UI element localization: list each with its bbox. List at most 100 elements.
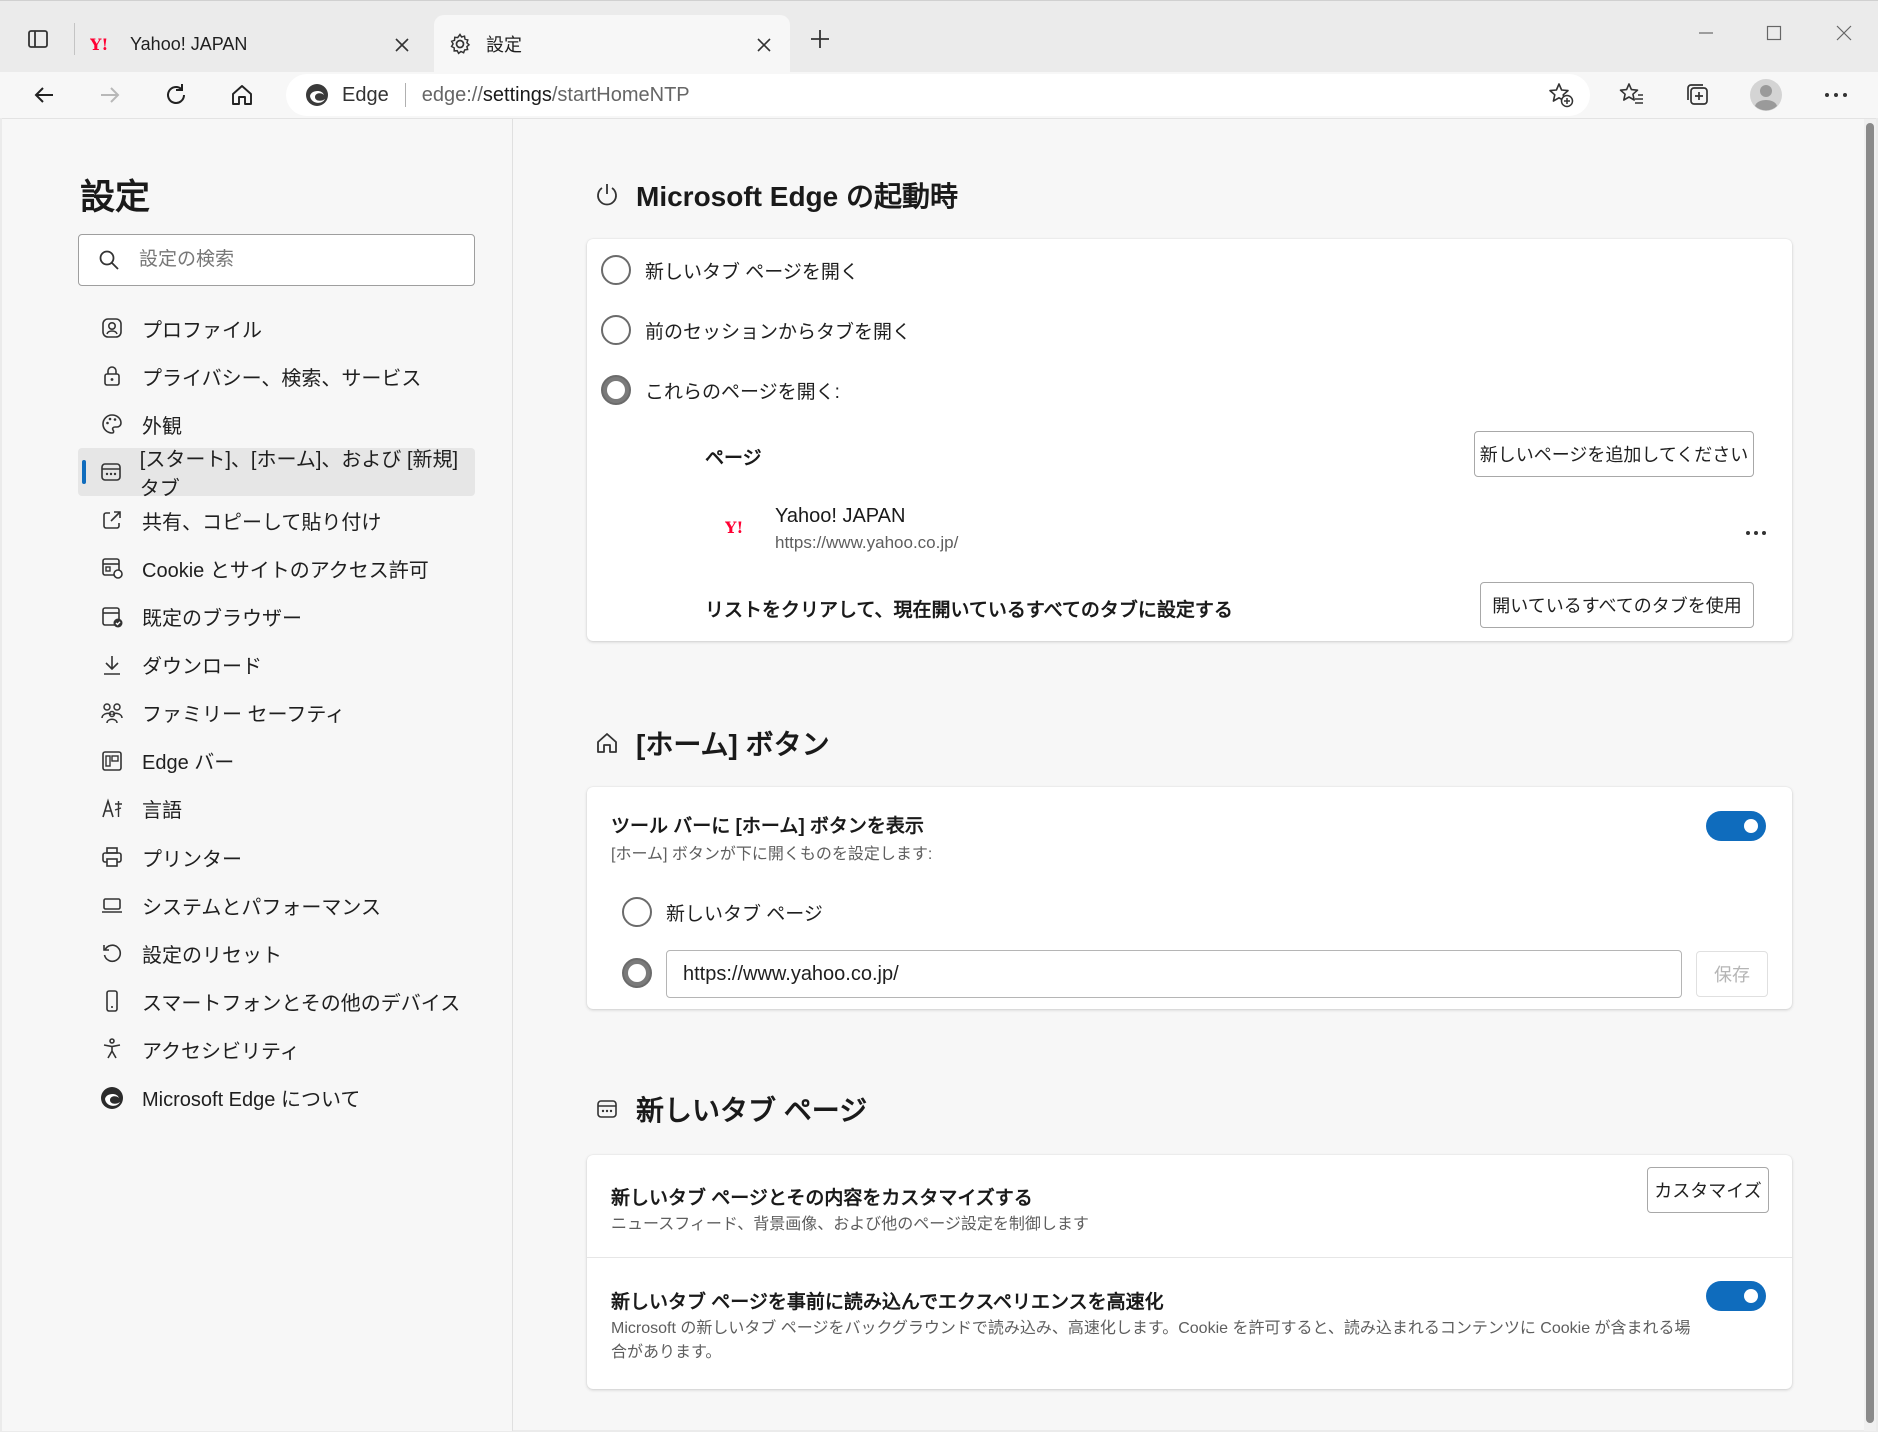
sidebar-item-family-safety[interactable]: ファミリー セーフティ <box>78 689 475 737</box>
add-new-page-button[interactable]: 新しいページを追加してください <box>1474 431 1754 477</box>
home-card: ツール バーに [ホーム] ボタンを表示 [ホーム] ボタンが下に開くものを設定… <box>587 787 1792 1009</box>
sidebar-item-languages[interactable]: 言語 <box>78 785 475 833</box>
settings-search-box[interactable] <box>78 234 475 286</box>
startup-section-heading: Microsoft Edge の起動時 <box>592 175 958 215</box>
radio-previous-session[interactable] <box>601 315 631 345</box>
minimize-button[interactable] <box>1684 15 1728 51</box>
preload-toggle[interactable] <box>1706 1281 1766 1311</box>
sidebar-item-share-copy-paste[interactable]: 共有、コピーして貼り付け <box>78 496 475 544</box>
close-tab-button[interactable] <box>388 31 416 59</box>
edge-logo-icon <box>98 1084 126 1112</box>
yahoo-page-favicon: Y! <box>724 517 751 542</box>
page-content: 設定 プロファイル プライバシー、検索、サービス 外観 [スタート]、[ホ <box>2 118 1876 1431</box>
close-icon <box>395 38 409 52</box>
settings-more-button[interactable] <box>1814 72 1858 118</box>
default-browser-icon <box>98 603 126 631</box>
favorites-button[interactable] <box>1610 72 1654 118</box>
radio-newtab[interactable] <box>601 255 631 285</box>
back-button[interactable] <box>22 72 66 118</box>
settings-sidebar: 設定 プロファイル プライバシー、検索、サービス 外観 [スタート]、[ホ <box>2 119 513 1431</box>
lock-icon <box>98 362 126 390</box>
startup-option-pages[interactable]: これらのページを開く: <box>601 375 840 405</box>
scrollbar[interactable] <box>1864 119 1876 1431</box>
tab-separator <box>74 23 75 55</box>
startup-option-previous[interactable]: 前のセッションからタブを開く <box>601 315 911 345</box>
refresh-button[interactable] <box>154 72 198 118</box>
tab-actions-icon <box>28 30 48 48</box>
customize-title: 新しいタブ ページとその内容をカスタマイズする <box>611 1188 1033 1209</box>
home-button[interactable] <box>220 72 264 118</box>
sidebar-item-privacy[interactable]: プライバシー、検索、サービス <box>78 352 475 400</box>
sidebar-item-about-edge[interactable]: Microsoft Edge について <box>78 1074 475 1122</box>
sidebar-title: 設定 <box>80 178 151 217</box>
phone-icon <box>98 987 126 1015</box>
startup-heading-text: Microsoft Edge の起動時 <box>636 181 959 212</box>
sidebar-item-phone-devices[interactable]: スマートフォンとその他のデバイス <box>78 977 475 1025</box>
use-all-open-tabs-button[interactable]: 開いているすべてのタブを使用 <box>1480 582 1754 628</box>
home-option-url[interactable] <box>622 958 652 988</box>
sidebar-item-label: 外観 <box>142 415 182 438</box>
sidebar-item-label: 設定のリセット <box>142 944 282 967</box>
toolbar: Edge edge://settings/startHomeNTP <box>0 72 1878 118</box>
sidebar-item-profile[interactable]: プロファイル <box>78 304 475 352</box>
sidebar-item-reset-settings[interactable]: 設定のリセット <box>78 929 475 977</box>
power-icon <box>592 180 622 210</box>
radio-home-url[interactable] <box>622 958 652 988</box>
sidebar-item-edge-bar[interactable]: Edge バー <box>78 737 475 785</box>
tab-yahoo[interactable]: Y! Yahoo! JAPAN <box>78 15 428 73</box>
profile-button[interactable] <box>1744 72 1788 118</box>
close-icon <box>1836 25 1852 41</box>
gear-icon <box>450 33 471 55</box>
preload-title: 新しいタブ ページを事前に読み込んでエクスペリエンスを高速化 <box>611 1292 1164 1313</box>
home-newtab-icon <box>98 458 124 486</box>
option-label: これらのページを開く: <box>645 381 840 403</box>
forward-button[interactable] <box>88 72 132 118</box>
sidebar-item-accessibility[interactable]: アクセシビリティ <box>78 1025 475 1073</box>
close-window-button[interactable] <box>1822 15 1866 51</box>
add-favorite-button[interactable] <box>1546 80 1576 110</box>
startup-card: 新しいタブ ページを開く 前のセッションからタブを開く これらのページを開く: … <box>587 239 1792 641</box>
minimize-icon <box>1699 32 1713 34</box>
avatar-icon <box>1750 79 1782 111</box>
save-button[interactable]: 保存 <box>1696 951 1768 997</box>
reset-icon <box>98 939 126 967</box>
sidebar-item-label: ダウンロード <box>142 656 262 679</box>
home-toggle-desc: [ホーム] ボタンが下に開くものを設定します: <box>611 846 933 863</box>
tab-title: Yahoo! JAPAN <box>130 33 248 54</box>
sidebar-item-system-performance[interactable]: システムとパフォーマンス <box>78 881 475 929</box>
close-tab-button[interactable] <box>750 31 778 59</box>
radio-specific-pages[interactable] <box>601 375 631 405</box>
home-option-newtab[interactable]: 新しいタブ ページ <box>622 897 823 927</box>
sidebar-item-cookies-permissions[interactable]: Cookie とサイトのアクセス許可 <box>78 544 475 592</box>
sidebar-item-label: 言語 <box>142 800 182 823</box>
scrollbar-thumb[interactable] <box>1866 123 1874 1423</box>
address-separator <box>404 83 406 107</box>
home-url-input[interactable]: https://www.yahoo.co.jp/ <box>666 950 1682 998</box>
collections-button[interactable] <box>1676 72 1720 118</box>
address-bar[interactable]: Edge edge://settings/startHomeNTP <box>286 74 1590 116</box>
new-tab-button[interactable] <box>800 19 840 59</box>
sidebar-item-label: システムとパフォーマンス <box>142 896 381 919</box>
sidebar-item-appearance[interactable]: 外観 <box>78 400 475 448</box>
newtab-card: 新しいタブ ページとその内容をカスタマイズする ニュースフィード、背景画像、およ… <box>587 1155 1792 1389</box>
sidebar-item-printers[interactable]: プリンター <box>78 833 475 881</box>
address-path: settings <box>482 83 552 106</box>
accessibility-icon <box>98 1035 126 1063</box>
tab-actions-button[interactable] <box>14 19 62 59</box>
collections-icon <box>1687 84 1708 105</box>
home-button-toggle[interactable] <box>1706 811 1766 841</box>
page-more-button[interactable] <box>1741 523 1771 543</box>
tab-settings[interactable]: 設定 <box>434 15 790 73</box>
sidebar-item-downloads[interactable]: ダウンロード <box>78 641 475 689</box>
settings-main: Microsoft Edge の起動時 新しいタブ ページを開く 前のセッション… <box>514 119 1876 1431</box>
sidebar-item-default-browser[interactable]: 既定のブラウザー <box>78 593 475 641</box>
home-section-heading: [ホーム] ボタン <box>592 723 830 763</box>
startup-option-newtab[interactable]: 新しいタブ ページを開く <box>601 255 859 285</box>
yahoo-favicon: Y! <box>90 35 108 53</box>
settings-search-input[interactable] <box>139 249 459 271</box>
customize-button[interactable]: カスタマイズ <box>1647 1167 1769 1213</box>
option-label: 前のセッションからタブを開く <box>645 321 912 343</box>
radio-home-newtab[interactable] <box>622 897 652 927</box>
maximize-button[interactable] <box>1752 15 1796 51</box>
sidebar-item-start-home-newtab[interactable]: [スタート]、[ホーム]、および [新規] タブ <box>78 448 475 500</box>
